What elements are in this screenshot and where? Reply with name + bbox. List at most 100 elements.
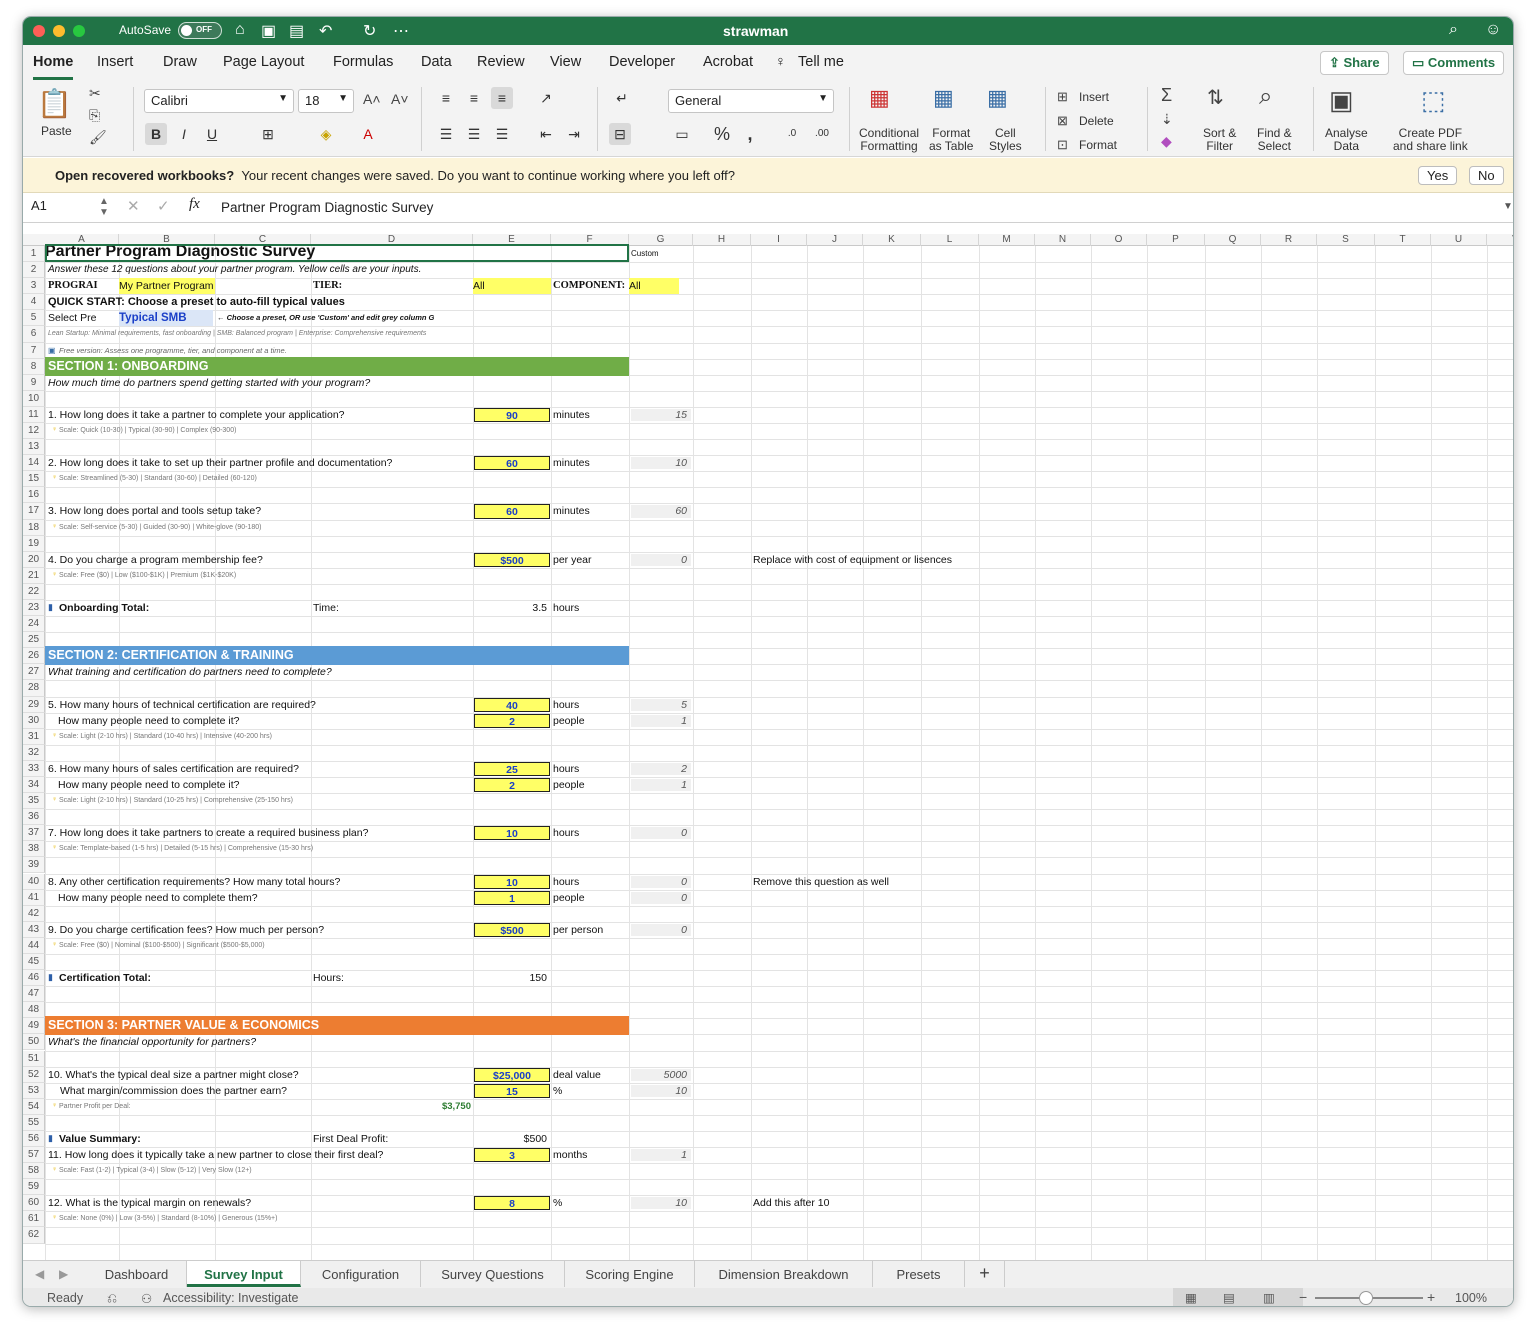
merge-center-icon[interactable]: ⊟ — [609, 123, 631, 145]
row-header[interactable]: 17 — [23, 503, 45, 520]
sheet-tab-presets[interactable]: Presets — [873, 1261, 965, 1287]
question-label[interactable]: 10. What's the typical deal size a partn… — [48, 1067, 299, 1083]
row-header[interactable]: 51 — [23, 1050, 45, 1067]
paste-label[interactable]: Paste — [41, 125, 72, 138]
currency-icon[interactable]: ▭ — [671, 123, 693, 145]
row-header[interactable]: 19 — [23, 535, 45, 552]
custom-value-cell[interactable]: 5 — [631, 698, 691, 711]
row-header[interactable]: 34 — [23, 776, 45, 794]
scale-hint[interactable]: Scale: Free ($0) | Nominal ($100-$500) |… — [59, 938, 265, 954]
unit-cell[interactable]: % — [553, 1083, 562, 1099]
input-cell[interactable]: 10 — [474, 874, 550, 889]
column-header-l[interactable]: L — [921, 234, 979, 246]
redo-icon[interactable]: ↻ — [363, 21, 376, 41]
zoom-window-button[interactable] — [73, 25, 85, 37]
row-header[interactable]: 48 — [23, 1002, 45, 1019]
minimize-window-button[interactable] — [53, 25, 65, 37]
row-header[interactable]: 2 — [23, 262, 45, 279]
unit-cell[interactable]: minutes — [553, 455, 590, 471]
tab-data[interactable]: Data — [421, 54, 452, 70]
onboarding-total-value[interactable]: 3.5 — [473, 600, 547, 616]
component-input[interactable]: All — [629, 278, 679, 295]
question-label[interactable]: 9. Do you charge certification fees? How… — [48, 922, 324, 938]
scale-hint[interactable]: Scale: Light (2-10 hrs) | Standard (10-2… — [59, 793, 293, 809]
cancel-icon[interactable]: ✕ — [127, 197, 140, 215]
bold-button[interactable]: B — [145, 123, 167, 145]
row-header[interactable]: 18 — [23, 519, 45, 536]
scale-hint[interactable]: Scale: Self-service (5-30) | Guided (30-… — [59, 520, 261, 536]
column-header-g[interactable]: G — [629, 234, 693, 246]
row-header[interactable]: 35 — [23, 793, 45, 810]
tab-view[interactable]: View — [550, 54, 581, 70]
macro-record-icon[interactable]: ⎌ — [107, 1291, 117, 1306]
certification-total-value[interactable]: 150 — [473, 970, 547, 986]
column-header-n[interactable]: N — [1035, 234, 1091, 246]
row-header[interactable]: 7 — [23, 342, 45, 359]
tell-me[interactable]: Tell me — [798, 54, 844, 70]
question-label[interactable]: What margin/commission does the partner … — [60, 1083, 287, 1099]
scale-hint[interactable]: Scale: Fast (1-2) | Typical (3-4) | Slow… — [59, 1163, 252, 1179]
increase-font-icon[interactable]: A˄ — [363, 91, 381, 107]
unit-cell[interactable]: minutes — [553, 503, 590, 519]
increase-indent-icon[interactable]: ⇥ — [563, 123, 585, 145]
row-header[interactable]: 44 — [23, 937, 45, 954]
column-header-i[interactable]: I — [751, 234, 807, 246]
column-header-m[interactable]: M — [979, 234, 1035, 246]
cell-styles-icon[interactable]: ▦ — [987, 85, 1008, 111]
sheet-tab-configuration[interactable]: Configuration — [301, 1261, 421, 1287]
row-header[interactable]: 6 — [23, 326, 45, 343]
search-icon[interactable]: ⌕ — [1449, 21, 1458, 39]
sort-filter-icon[interactable]: ⇅ — [1207, 85, 1224, 110]
question-label[interactable]: 6. How many hours of sales certification… — [48, 761, 299, 777]
row-header[interactable]: 28 — [23, 680, 45, 697]
section-2-header[interactable]: SECTION 2: CERTIFICATION & TRAINING — [45, 646, 629, 666]
column-header-r[interactable]: R — [1261, 234, 1317, 246]
insert-cells-button[interactable]: Insert — [1079, 91, 1109, 104]
unit-cell[interactable]: hours — [553, 825, 579, 841]
row-header[interactable]: 3 — [23, 278, 45, 295]
question-label[interactable]: 7. How long does it take partners to cre… — [48, 825, 368, 841]
row-header[interactable]: 16 — [23, 487, 45, 504]
decrease-indent-icon[interactable]: ⇤ — [535, 123, 557, 145]
autosum-icon[interactable]: Σ — [1161, 85, 1172, 106]
custom-value-cell[interactable]: 0 — [631, 891, 691, 904]
zoom-level[interactable]: 100% — [1455, 1291, 1487, 1305]
row-header[interactable]: 45 — [23, 953, 45, 971]
share-button[interactable]: ⇪ Share — [1320, 51, 1389, 75]
unit-cell[interactable]: people — [553, 890, 585, 906]
paste-icon[interactable]: 📋 — [37, 87, 72, 120]
format-cells-icon[interactable]: ⊡ — [1057, 137, 1068, 153]
unit-cell[interactable]: months — [553, 1147, 587, 1163]
row-header[interactable]: 32 — [23, 744, 45, 761]
comments-button[interactable]: ▭ Comments — [1403, 51, 1505, 75]
column-header-v[interactable]: V — [1487, 234, 1513, 246]
section-1-header[interactable]: SECTION 1: ONBOARDING — [45, 356, 629, 376]
sort-filter-label[interactable]: Sort & Filter — [1203, 127, 1236, 153]
input-cell[interactable]: 8 — [474, 1196, 550, 1211]
custom-value-cell[interactable]: 1 — [631, 714, 691, 727]
custom-value-cell[interactable]: 1 — [631, 1149, 691, 1162]
fill-icon[interactable]: ⇣ — [1161, 111, 1173, 128]
percent-icon[interactable]: % — [711, 123, 733, 145]
input-cell[interactable]: $500 — [474, 922, 550, 937]
zoom-in-icon[interactable]: + — [1427, 1289, 1435, 1305]
tab-draw[interactable]: Draw — [163, 54, 197, 70]
autosave-toggle[interactable]: OFF — [178, 22, 222, 39]
create-pdf-label[interactable]: Create PDF and share link — [1393, 127, 1468, 153]
column-header-j[interactable]: J — [807, 234, 863, 246]
unit-cell[interactable]: people — [553, 713, 585, 729]
unit-cell[interactable]: per person — [553, 922, 603, 938]
align-left-icon[interactable]: ☰ — [435, 123, 457, 145]
program-input[interactable]: My Partner Program — [119, 278, 215, 295]
column-header-q[interactable]: Q — [1205, 234, 1261, 246]
input-cell[interactable]: 2 — [474, 713, 550, 728]
format-painter-icon[interactable]: 🖌 — [89, 129, 107, 146]
row-header[interactable]: 4 — [23, 294, 45, 311]
input-cell[interactable]: 60 — [474, 456, 550, 471]
page-layout-view-icon[interactable]: ▤ — [1223, 1290, 1235, 1305]
question-label[interactable]: 3. How long does portal and tools setup … — [48, 503, 261, 519]
scale-hint[interactable]: Scale: None (0%) | Low (3-5%) | Standard… — [59, 1211, 277, 1227]
row-header[interactable]: 15 — [23, 471, 45, 488]
tab-acrobat[interactable]: Acrobat — [703, 54, 753, 70]
custom-value-cell[interactable]: 2 — [631, 762, 691, 775]
